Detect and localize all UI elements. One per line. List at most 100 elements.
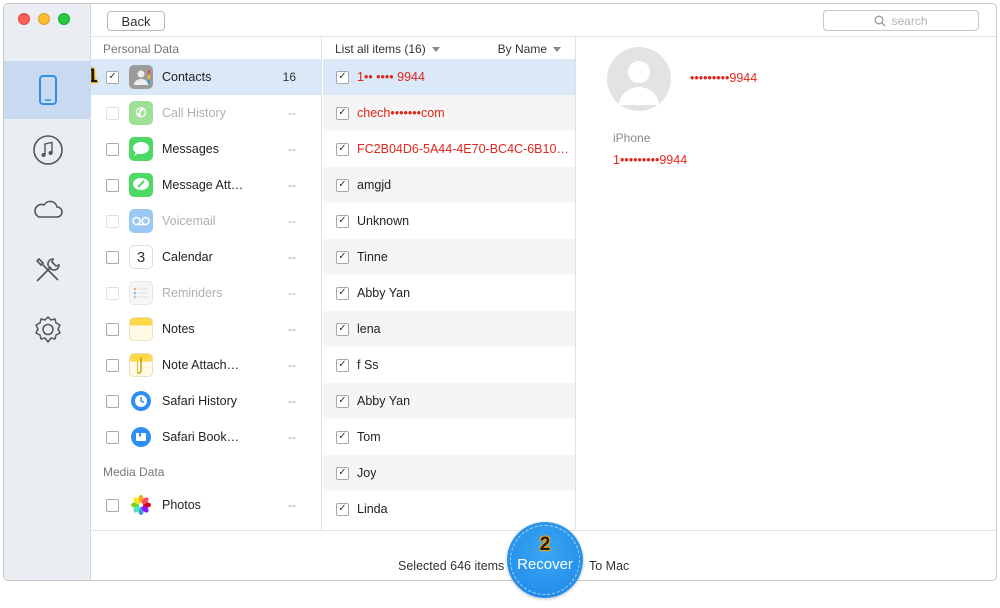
back-button[interactable]: Back [107,11,165,31]
category-note-attachments[interactable]: Note Attach… -- [91,347,321,383]
list-all-items-label: List all items (16) [335,42,426,56]
selected-count: Selected 646 items [398,559,505,573]
list-item[interactable]: ✓ f Ss [323,347,575,383]
category-photos[interactable]: Photos -- [91,487,321,523]
category-call-history[interactable]: ✆ Call History -- [91,95,321,131]
sidebar-music[interactable] [4,121,91,179]
sidebar [4,4,91,580]
sidebar-settings[interactable] [4,301,91,359]
category-count: -- [288,286,296,300]
list-item[interactable]: ✓ Linda [323,491,575,527]
sidebar-device[interactable] [4,61,91,119]
search-input[interactable]: search [823,10,979,31]
close-window-button[interactable] [18,13,30,25]
list-item-label: Tom [357,430,381,444]
section-media-data: Media Data [103,465,165,479]
photos-icon [129,493,153,517]
checkbox[interactable]: ✓ [336,466,349,480]
checkbox[interactable] [106,214,119,228]
checkbox[interactable] [106,358,119,372]
list-item[interactable]: ✓ Unknown [323,203,575,239]
list-item-label: Linda [357,502,388,516]
category-list: Personal Data 1 ✓ Contacts 16 ✆ Call His… [91,37,322,530]
contacts-icon [129,65,153,89]
checkbox[interactable] [106,286,119,300]
category-count: -- [288,430,296,444]
list-item[interactable]: ✓ Abby Yan [323,275,575,311]
checkbox[interactable]: ✓ [336,106,349,120]
checkbox[interactable] [106,394,119,408]
minimize-window-button[interactable] [38,13,50,25]
checkbox[interactable]: ✓ [336,286,349,300]
list-item-label: Joy [357,466,377,480]
list-item[interactable]: ✓ lena [323,311,575,347]
sort-dropdown[interactable]: By Name [498,42,561,56]
tools-icon [35,257,60,282]
category-count: 16 [282,70,296,84]
list-item[interactable]: ✓ amgjd [323,167,575,203]
checkbox[interactable]: ✓ [336,430,349,444]
checkbox[interactable]: ✓ [336,178,349,192]
list-item-label: Unknown [357,214,410,228]
list-item[interactable]: ✓ Abby Yan [323,383,575,419]
category-label: Contacts [162,70,212,84]
section-personal-data: Personal Data [103,42,180,56]
music-icon [32,135,63,165]
category-safari-bookmarks[interactable]: Safari Book… -- [91,419,321,455]
category-calendar[interactable]: 3 Calendar -- [91,239,321,275]
category-label: Safari Book… [162,430,240,444]
list-all-items-dropdown[interactable]: List all items (16) [335,42,440,56]
category-count: -- [288,322,296,336]
list-item[interactable]: ✓ Joy [323,455,575,491]
sidebar-tools[interactable] [4,241,91,299]
list-item[interactable]: ✓ Tom [323,419,575,455]
checkbox[interactable] [106,498,119,512]
list-item-label: lena [357,322,381,336]
note-attachment-icon [129,353,153,377]
checkbox[interactable]: ✓ [336,250,349,264]
checkbox[interactable]: ✓ [336,322,349,336]
checkbox[interactable] [106,430,119,444]
list-item-label: Tinne [357,250,388,264]
zoom-window-button[interactable] [58,13,70,25]
checkbox[interactable]: ✓ [336,394,349,408]
list-item[interactable]: ✓ FC2B04D6-5A44-4E70-BC4C-6B100… [323,131,575,167]
checkbox[interactable]: ✓ [336,214,349,228]
category-reminders[interactable]: Reminders -- [91,275,321,311]
category-contacts[interactable]: 1 ✓ Contacts 16 [91,59,321,95]
checkbox[interactable]: ✓ [336,358,349,372]
checkbox[interactable] [106,178,119,192]
avatar [607,47,671,111]
category-label: Message Att… [162,178,244,192]
checkbox[interactable] [106,250,119,264]
settings-icon [34,316,61,343]
search-icon [875,15,886,26]
checkbox[interactable]: ✓ [336,142,349,156]
category-notes[interactable]: Notes -- [91,311,321,347]
checkbox[interactable]: ✓ [106,70,119,84]
checkbox[interactable]: ✓ [336,70,349,84]
checkbox[interactable]: ✓ [336,502,349,516]
category-message-attachments[interactable]: Message Att… -- [91,167,321,203]
category-voicemail[interactable]: Voicemail -- [91,203,321,239]
voicemail-icon [129,209,153,233]
sort-label: By Name [497,42,547,56]
cloud-icon [33,200,63,218]
contact-name: •••••••••9944 [690,71,758,85]
item-list: List all items (16) By Name ✓ 1•• •••• 99… [323,37,576,530]
list-item[interactable]: ✓ 1•• •••• 9944 [323,59,575,95]
list-item-label: Abby Yan [357,394,411,408]
checkbox[interactable] [106,322,119,336]
checkbox[interactable] [106,142,119,156]
list-item-label: chech•••••••com [357,106,445,120]
list-item[interactable]: ✓ Tinne [323,239,575,275]
message-attachment-icon [129,173,153,197]
category-safari-history[interactable]: Safari History -- [91,383,321,419]
category-messages[interactable]: Messages -- [91,131,321,167]
sidebar-cloud[interactable] [4,181,91,239]
list-item-label: 1•• •••• 9944 [357,70,425,84]
checkbox[interactable] [106,106,119,120]
recover-button[interactable]: 2 Recover [507,522,583,598]
reminders-icon [129,281,153,305]
list-item[interactable]: ✓ chech•••••••com [323,95,575,131]
